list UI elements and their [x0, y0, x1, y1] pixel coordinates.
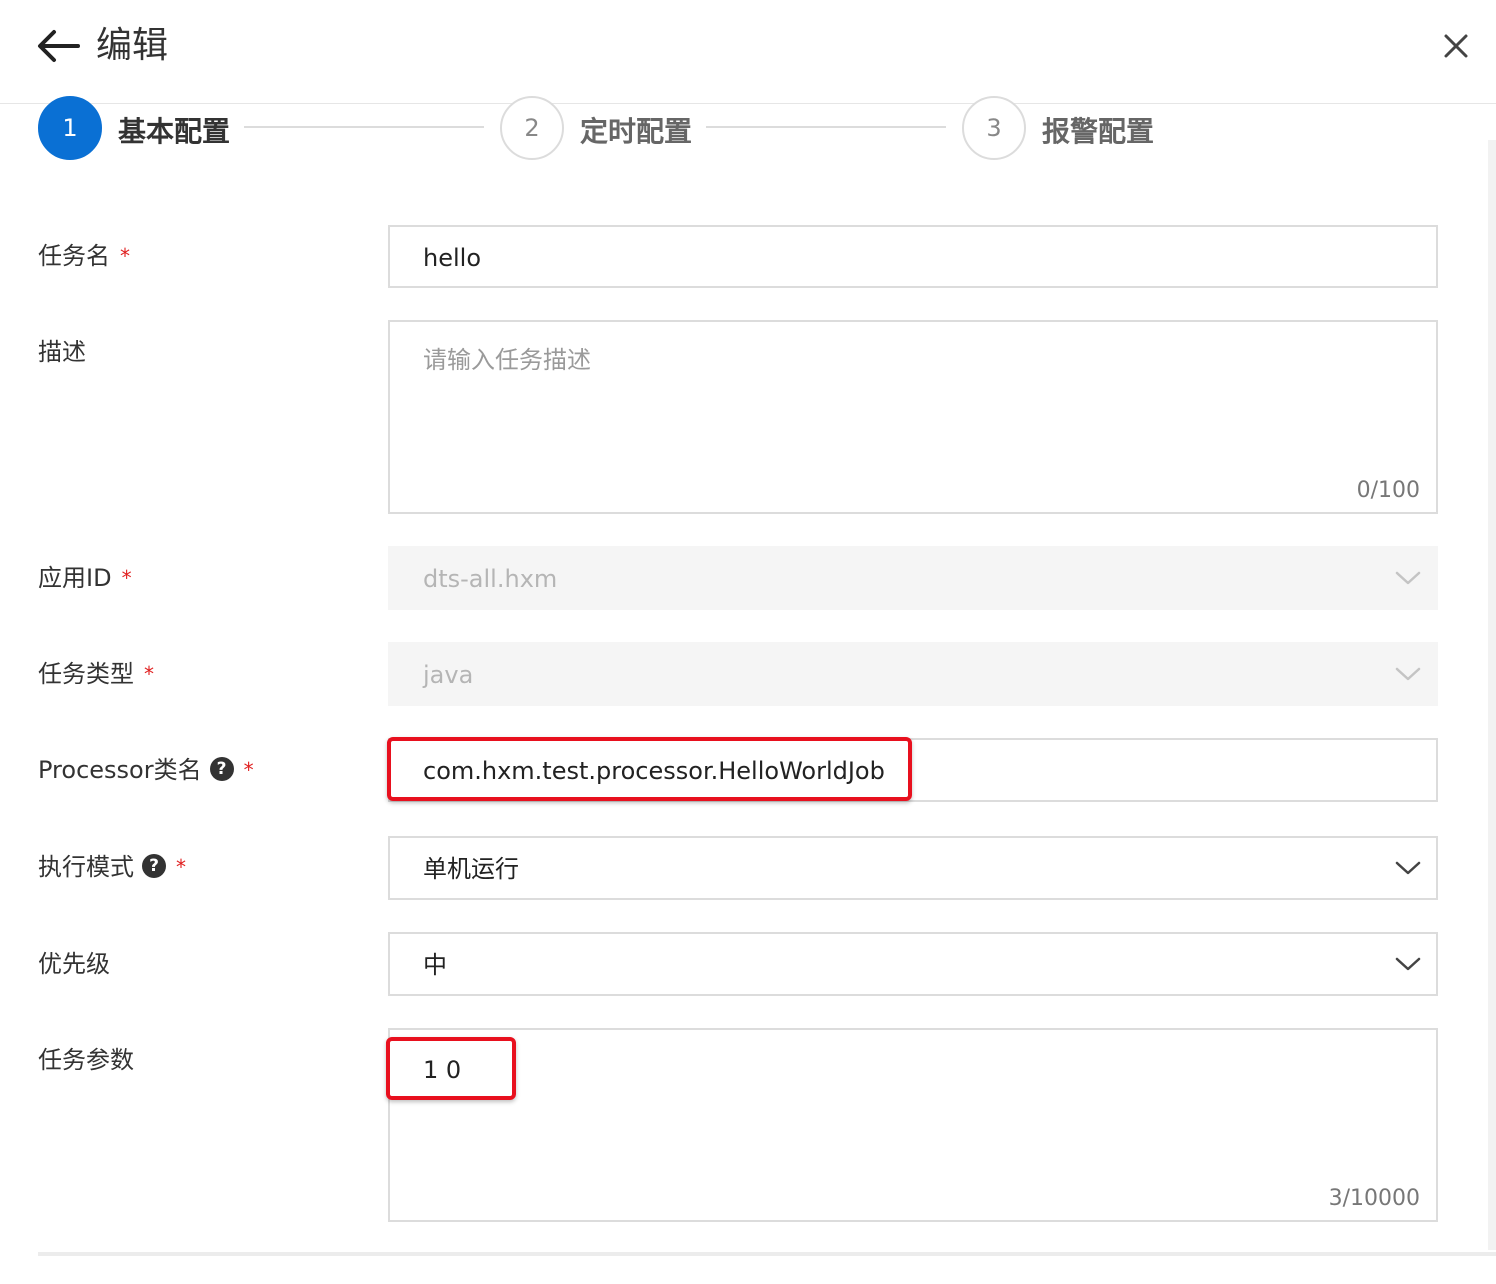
chevron-down-icon [1395, 861, 1421, 875]
task-params-highlight-box [386, 1037, 516, 1100]
scrollbar[interactable] [1488, 140, 1496, 1250]
task-params-label: 任务参数 [38, 1046, 134, 1074]
priority-value: 中 [423, 951, 447, 979]
step-1-circle[interactable]: 1 [38, 96, 102, 160]
task-params-textarea[interactable]: 1 0 3/10000 [388, 1028, 1438, 1222]
app-id-label-text: 应用ID [38, 564, 112, 592]
required-mark: * [144, 662, 154, 686]
priority-select[interactable]: 中 [388, 932, 1438, 996]
required-mark: * [176, 855, 186, 879]
help-icon[interactable]: ? [209, 757, 234, 781]
step-connector [244, 126, 484, 128]
step-1-label[interactable]: 基本配置 [118, 114, 230, 150]
step-2-label[interactable]: 定时配置 [580, 114, 692, 150]
chevron-down-icon [1395, 957, 1421, 971]
description-textarea[interactable]: 请输入任务描述 0/100 [388, 320, 1438, 514]
exec-mode-select[interactable]: 单机运行 [388, 836, 1438, 900]
description-label: 描述 [38, 338, 86, 366]
step-2-circle[interactable]: 2 [500, 96, 564, 160]
stepper: 1 基本配置 2 定时配置 3 报警配置 [0, 96, 1496, 194]
processor-label-text: Processor类名 [38, 756, 202, 784]
task-type-select: java [388, 642, 1438, 706]
page-title: 编辑 [96, 25, 169, 66]
divider [38, 1252, 1496, 1256]
step-3-label[interactable]: 报警配置 [1042, 114, 1154, 150]
description-placeholder: 请输入任务描述 [423, 346, 591, 374]
processor-highlight-box [387, 737, 912, 801]
app-id-select: dts-all.hxm [388, 546, 1438, 610]
close-icon[interactable] [1440, 30, 1472, 62]
app-id-value: dts-all.hxm [423, 565, 558, 593]
arrow-left-icon[interactable] [36, 28, 80, 64]
exec-mode-value: 单机运行 [423, 855, 519, 883]
task-params-counter: 3/10000 [1328, 1186, 1420, 1211]
required-mark: * [120, 244, 130, 268]
chevron-down-icon [1395, 571, 1421, 585]
task-type-label-text: 任务类型 [38, 660, 134, 688]
step-connector [706, 126, 946, 128]
task-type-label: 任务类型 * [38, 658, 154, 690]
exec-mode-label-text: 执行模式 [38, 853, 134, 881]
help-icon[interactable]: ? [142, 854, 166, 878]
header: 编辑 [0, 0, 1496, 104]
priority-label: 优先级 [38, 950, 110, 978]
app-id-label: 应用ID * [38, 562, 132, 594]
processor-label: Processor类名? * [38, 754, 254, 786]
exec-mode-label: 执行模式? * [38, 851, 186, 883]
task-name-value: hello [423, 244, 481, 272]
description-counter: 0/100 [1356, 478, 1420, 503]
task-name-label: 任务名 * [38, 240, 130, 272]
required-mark: * [121, 566, 132, 590]
task-name-input[interactable]: hello [388, 225, 1438, 288]
step-3-circle[interactable]: 3 [962, 96, 1026, 160]
task-name-label-text: 任务名 [38, 242, 110, 270]
task-type-value: java [423, 661, 474, 689]
chevron-down-icon [1395, 667, 1421, 681]
required-mark: * [243, 758, 254, 782]
